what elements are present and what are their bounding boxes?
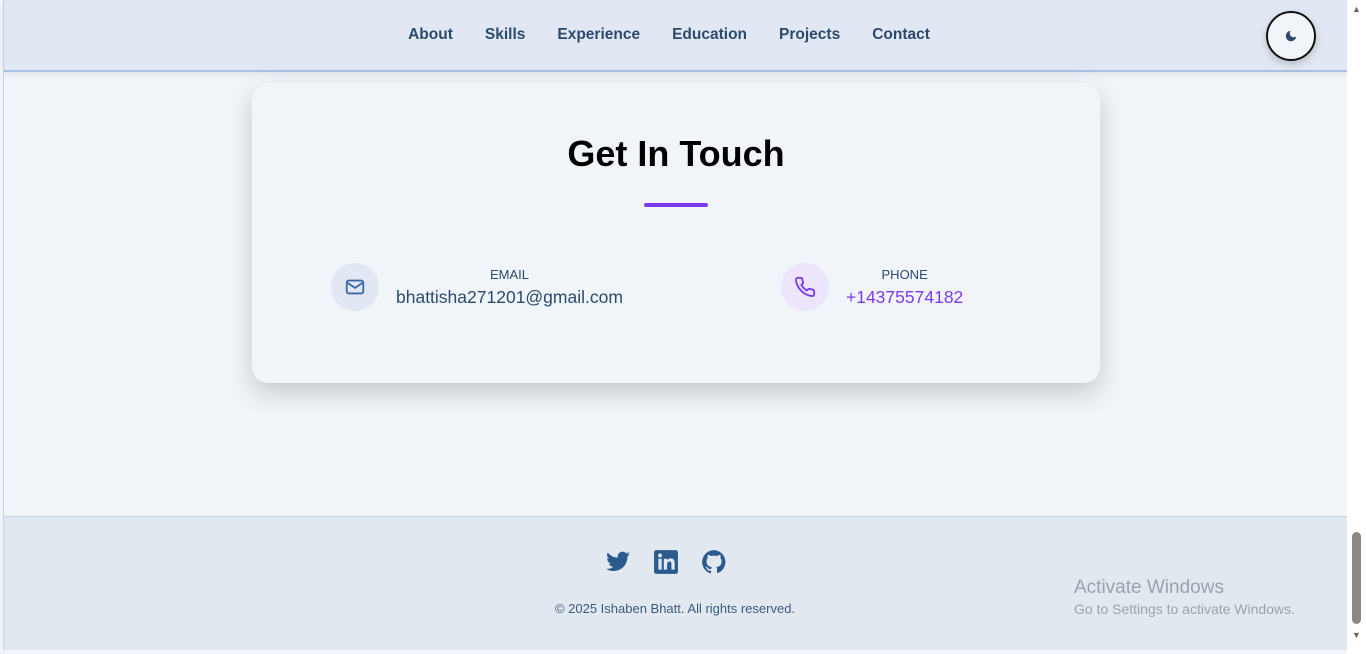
- phone-label: PHONE: [881, 266, 928, 282]
- section-title: Get In Touch: [567, 133, 785, 174]
- nav-about[interactable]: About: [408, 26, 453, 44]
- phone-item: PHONE +14375574182: [781, 263, 963, 311]
- scrollbar-thumb[interactable]: [1352, 532, 1361, 624]
- scroll-down-icon[interactable]: ▼: [1352, 630, 1361, 640]
- page: About Skills Experience Education Projec…: [3, 0, 1348, 650]
- footer: © 2025 Ishaben Bhatt. All rights reserve…: [4, 516, 1348, 650]
- nav-experience[interactable]: Experience: [557, 26, 640, 44]
- scroll-up-icon[interactable]: ▲: [1352, 4, 1361, 14]
- phone-icon: [781, 263, 829, 311]
- nav-contact[interactable]: Contact: [872, 26, 930, 44]
- email-item: EMAIL bhattisha271201@gmail.com: [331, 263, 623, 311]
- nav-skills[interactable]: Skills: [485, 26, 526, 44]
- nav-education[interactable]: Education: [672, 26, 747, 44]
- github-icon[interactable]: [701, 549, 727, 575]
- navbar: About Skills Experience Education Projec…: [4, 0, 1348, 72]
- watermark-subtitle: Go to Settings to activate Windows.: [1074, 601, 1295, 617]
- moon-icon: [1285, 30, 1297, 42]
- linkedin-icon[interactable]: [653, 549, 679, 575]
- scrollbar[interactable]: ▲ ▼: [1347, 0, 1366, 654]
- nav-projects[interactable]: Projects: [779, 26, 840, 44]
- theme-toggle-button[interactable]: [1266, 11, 1316, 61]
- email-label: EMAIL: [489, 266, 529, 282]
- twitter-icon[interactable]: [605, 549, 631, 575]
- phone-link[interactable]: +14375574182: [846, 287, 963, 307]
- mail-icon: [331, 263, 379, 311]
- activate-windows-watermark: Activate Windows Go to Settings to activ…: [1074, 577, 1295, 617]
- watermark-title: Activate Windows: [1074, 577, 1224, 598]
- contact-card: Get In Touch EMAIL bhattisha271201@gmail…: [252, 83, 1100, 383]
- title-underline: [644, 203, 708, 207]
- email-link[interactable]: bhattisha271201@gmail.com: [396, 287, 623, 307]
